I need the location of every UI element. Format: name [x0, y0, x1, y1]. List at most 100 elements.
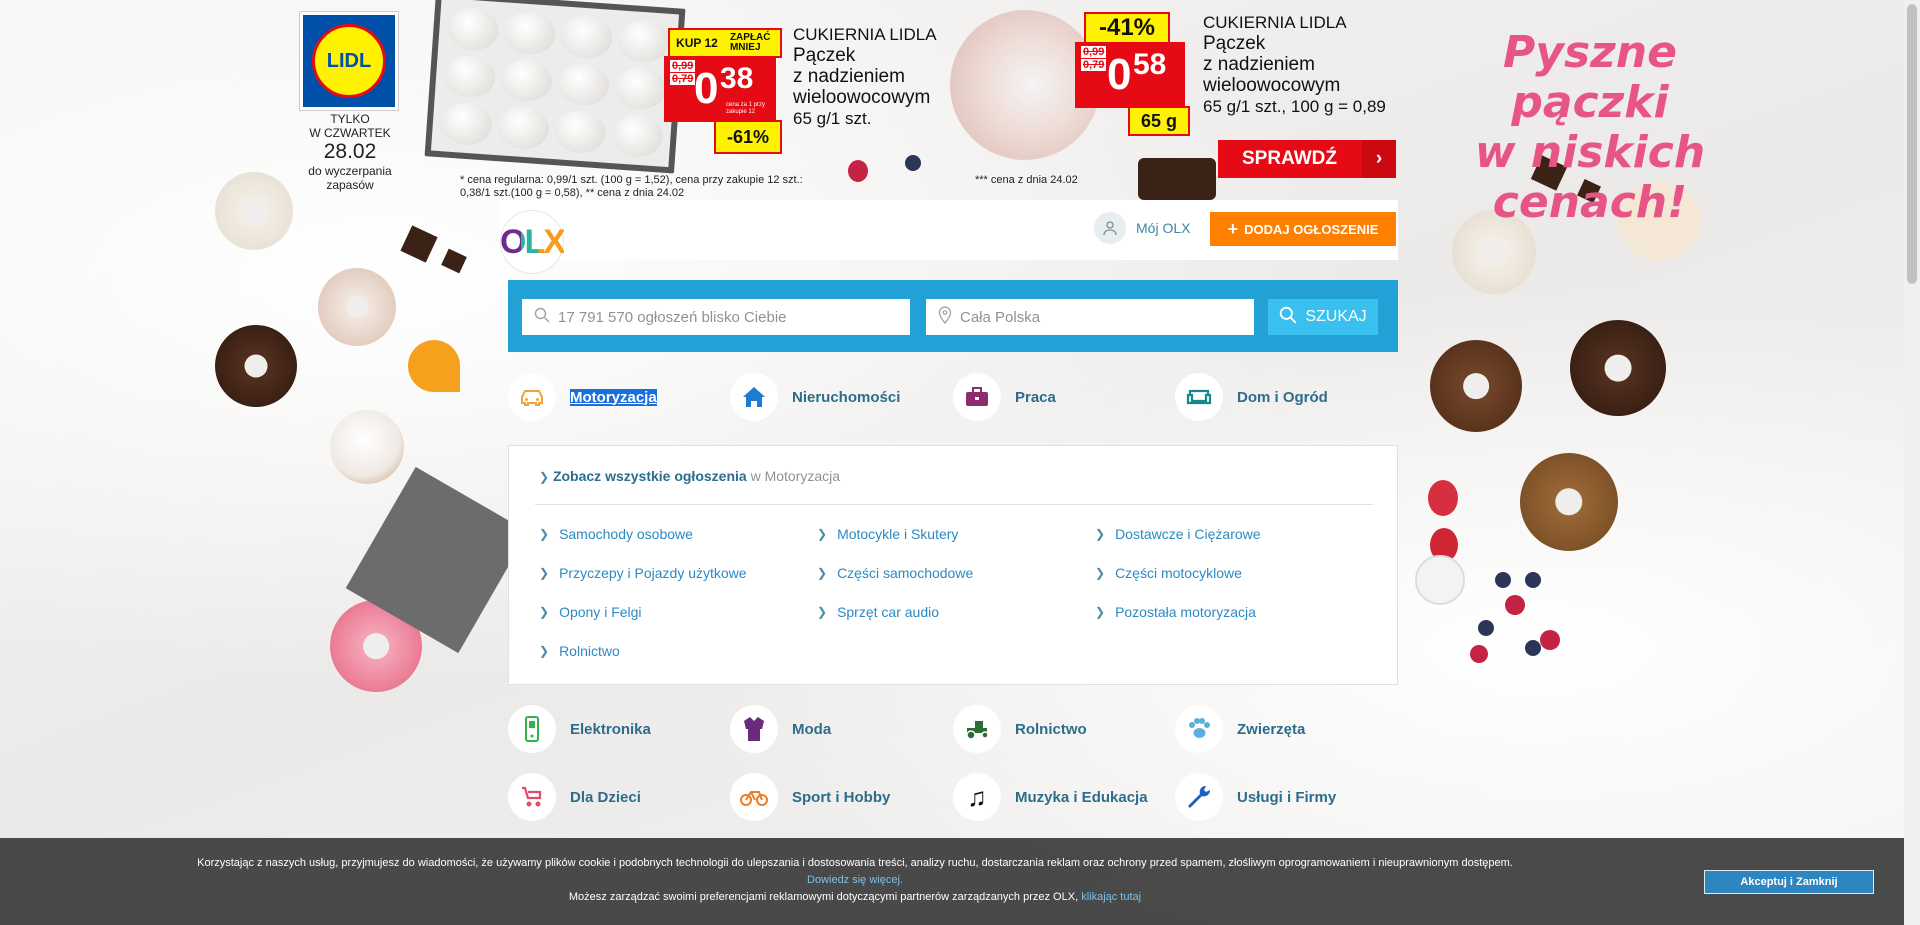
subcategory-item[interactable]: ❯ Opony i Felgi — [539, 604, 642, 620]
olx-logo-text: OLX — [500, 222, 566, 261]
subcategory-item[interactable]: ❯ Przyczepy i Pojazdy użytkowe — [539, 565, 747, 581]
subcategory-item[interactable]: ❯ Rolnictwo — [539, 643, 620, 659]
category-zwierzeta[interactable]: Zwierzęta — [1175, 704, 1395, 754]
subcategory-label: Rolnictwo — [559, 643, 620, 659]
category-moda[interactable]: Moda — [730, 704, 950, 754]
subcategory-item[interactable]: ❯ Motocykle i Skutery — [817, 526, 958, 542]
ad-date-line: W CZWARTEK — [309, 126, 391, 140]
category-dom-i-ogrod[interactable]: Dom i Ogród — [1175, 372, 1395, 422]
offer1-price-main: 0 — [694, 64, 719, 113]
category-row: Motoryzacja Nieruchomości Praca Dom i Og… — [508, 372, 1398, 428]
olx-logo[interactable]: OLX — [500, 210, 566, 274]
lidl-logo[interactable]: LIDL — [299, 11, 399, 111]
raspberry-decoration — [1540, 630, 1560, 650]
ad-date-line: TYLKO — [330, 112, 370, 126]
category-label: Dla Dzieci — [570, 788, 641, 806]
chevron-right-icon: ❯ — [539, 470, 550, 484]
offer2-name: wieloowocowym — [1203, 75, 1341, 96]
music-icon: ♫ — [953, 773, 1001, 821]
search-icon — [1279, 306, 1297, 329]
subcategory-item[interactable]: ❯ Części motocyklowe — [1095, 565, 1242, 581]
scrollbar[interactable] — [1904, 0, 1920, 925]
phone-icon — [508, 705, 556, 753]
ad-date-line: do wyczerpania — [308, 164, 392, 178]
subcategory-item[interactable]: ❯ Samochody osobowe — [539, 526, 693, 542]
raspberry-decoration — [1505, 595, 1525, 615]
offer2-price-main: 0 — [1107, 50, 1132, 99]
category-motoryzacja[interactable]: Motoryzacja — [508, 372, 728, 422]
donut-decoration — [1430, 340, 1522, 432]
donut-decoration — [330, 410, 404, 484]
location-placeholder: Cała Polska — [960, 308, 1041, 326]
offer1-name: wieloowocowym — [793, 87, 931, 108]
accept-cookies-button[interactable]: Akceptuj i Zamknij — [1704, 870, 1874, 894]
see-all-link[interactable]: ❯ Zobacz wszystkie ogłoszenia w Motoryza… — [539, 468, 840, 484]
category-uslugi-i-firmy[interactable]: Usługi i Firmy — [1175, 772, 1395, 822]
subcategory-item[interactable]: ❯ Części samochodowe — [817, 565, 973, 581]
donut-decoration — [1520, 453, 1618, 551]
category-nieruchomosci[interactable]: Nieruchomości — [730, 372, 950, 422]
ad-sprawdz-button[interactable]: SPRAWDŹ › — [1218, 140, 1396, 178]
donut-decoration — [1570, 320, 1666, 416]
my-olx-link[interactable]: Mój OLX — [1094, 212, 1190, 244]
plus-icon: + — [1227, 218, 1239, 239]
offer2-old-price2: 0,79 — [1081, 59, 1107, 71]
category-rolnictwo[interactable]: Rolnictwo — [953, 704, 1173, 754]
subcategory-label: Przyczepy i Pojazdy użytkowe — [559, 565, 747, 581]
search-button[interactable]: SZUKAJ — [1268, 299, 1378, 335]
sofa-icon — [1175, 373, 1223, 421]
paczki-tray-image — [424, 0, 686, 174]
subcategory-label: Części motocyklowe — [1115, 565, 1242, 581]
subcategory-label: Opony i Felgi — [559, 604, 642, 620]
subcategory-item[interactable]: ❯ Sprzęt car audio — [817, 604, 939, 620]
category-sport-i-hobby[interactable]: Sport i Hobby — [730, 772, 950, 822]
offer1-name: Pączek — [793, 45, 856, 66]
user-icon — [1094, 212, 1126, 244]
offer1-footnote-line: 0,38/1 szt.(100 g = 0,58), ** cena z dni… — [460, 187, 685, 199]
location-pin-icon — [938, 306, 952, 328]
ad-slogan: Pyszne pączki w niskich cenach! — [1420, 28, 1760, 228]
category-row: Elektronika Moda Rolnictwo Zwierzęta — [508, 704, 1398, 760]
subcategory-item[interactable]: ❯ Dostawcze i Ciężarowe — [1095, 526, 1261, 542]
subcategory-label: Części samochodowe — [837, 565, 974, 581]
search-bar: 17 791 570 ogłoszeń blisko Ciebie Cała P… — [508, 280, 1398, 352]
chevron-right-icon: › — [1362, 140, 1396, 178]
offer1-title: CUKIERNIA LIDLA Pączek z nadzieniem wiel… — [793, 24, 937, 129]
category-elektronika[interactable]: Elektronika — [508, 704, 728, 754]
search-button-label: SZUKAJ — [1305, 308, 1367, 325]
chevron-right-icon: ❯ — [1095, 566, 1106, 580]
location-input[interactable]: Cała Polska — [926, 299, 1254, 335]
subcategory-label: Dostawcze i Ciężarowe — [1115, 526, 1261, 542]
blueberry-decoration — [1525, 640, 1541, 656]
chevron-right-icon: ❯ — [1095, 527, 1106, 541]
category-praca[interactable]: Praca — [953, 372, 1173, 422]
subcategory-item[interactable]: ❯ Pozostała motoryzacja — [1095, 604, 1256, 620]
category-label: Nieruchomości — [792, 388, 901, 406]
subcategory-label: Motocykle i Skutery — [837, 526, 959, 542]
chevron-right-icon: ❯ — [539, 527, 550, 541]
offer1-footnote-line: * cena regularna: 0,99/1 szt. (100 g = 1… — [460, 174, 803, 186]
wrench-icon — [1175, 773, 1223, 821]
offer2-weight: 65 g — [1128, 106, 1190, 136]
offer2-name: z nadzieniem — [1203, 54, 1315, 75]
cookie-text: Korzystając z naszych usług, przyjmujesz… — [197, 857, 1513, 869]
offer1-footnote: * cena regularna: 0,99/1 szt. (100 g = 1… — [460, 174, 803, 200]
offer2-name: Pączek — [1203, 33, 1266, 54]
blueberry-decoration — [905, 155, 921, 171]
category-label: Dom i Ogród — [1237, 388, 1328, 406]
cookie-preferences-link[interactable]: klikając tutaj — [1081, 891, 1141, 903]
offer1-old-price2: 0,79 — [670, 73, 696, 85]
add-listing-button[interactable]: + DODAJ OGŁOSZENIE — [1210, 212, 1396, 246]
offer2-detail: 65 g/1 szt., 100 g = 0,89 — [1203, 97, 1386, 116]
ad-date: 28.02 — [323, 140, 377, 163]
offer1-badge-kup: KUP 12 — [676, 36, 718, 50]
category-dla-dzieci[interactable]: Dla Dzieci — [508, 772, 728, 822]
olx-page: OLX Mój OLX + DODAJ OGŁOSZENIE 17 791 57… — [500, 200, 1398, 925]
offer1-name: z nadzieniem — [793, 66, 905, 87]
cookie-learn-more-link[interactable]: Dowiedz się więcej. — [807, 874, 903, 886]
scrollbar-thumb[interactable] — [1907, 4, 1917, 284]
search-input[interactable]: 17 791 570 ogłoszeń blisko Ciebie — [522, 299, 910, 335]
category-row: Dla Dzieci Sport i Hobby ♫ Muzyka i Eduk… — [508, 772, 1398, 828]
category-muzyka-i-edukacja[interactable]: ♫ Muzyka i Edukacja — [953, 772, 1173, 822]
category-label: Zwierzęta — [1237, 720, 1306, 738]
